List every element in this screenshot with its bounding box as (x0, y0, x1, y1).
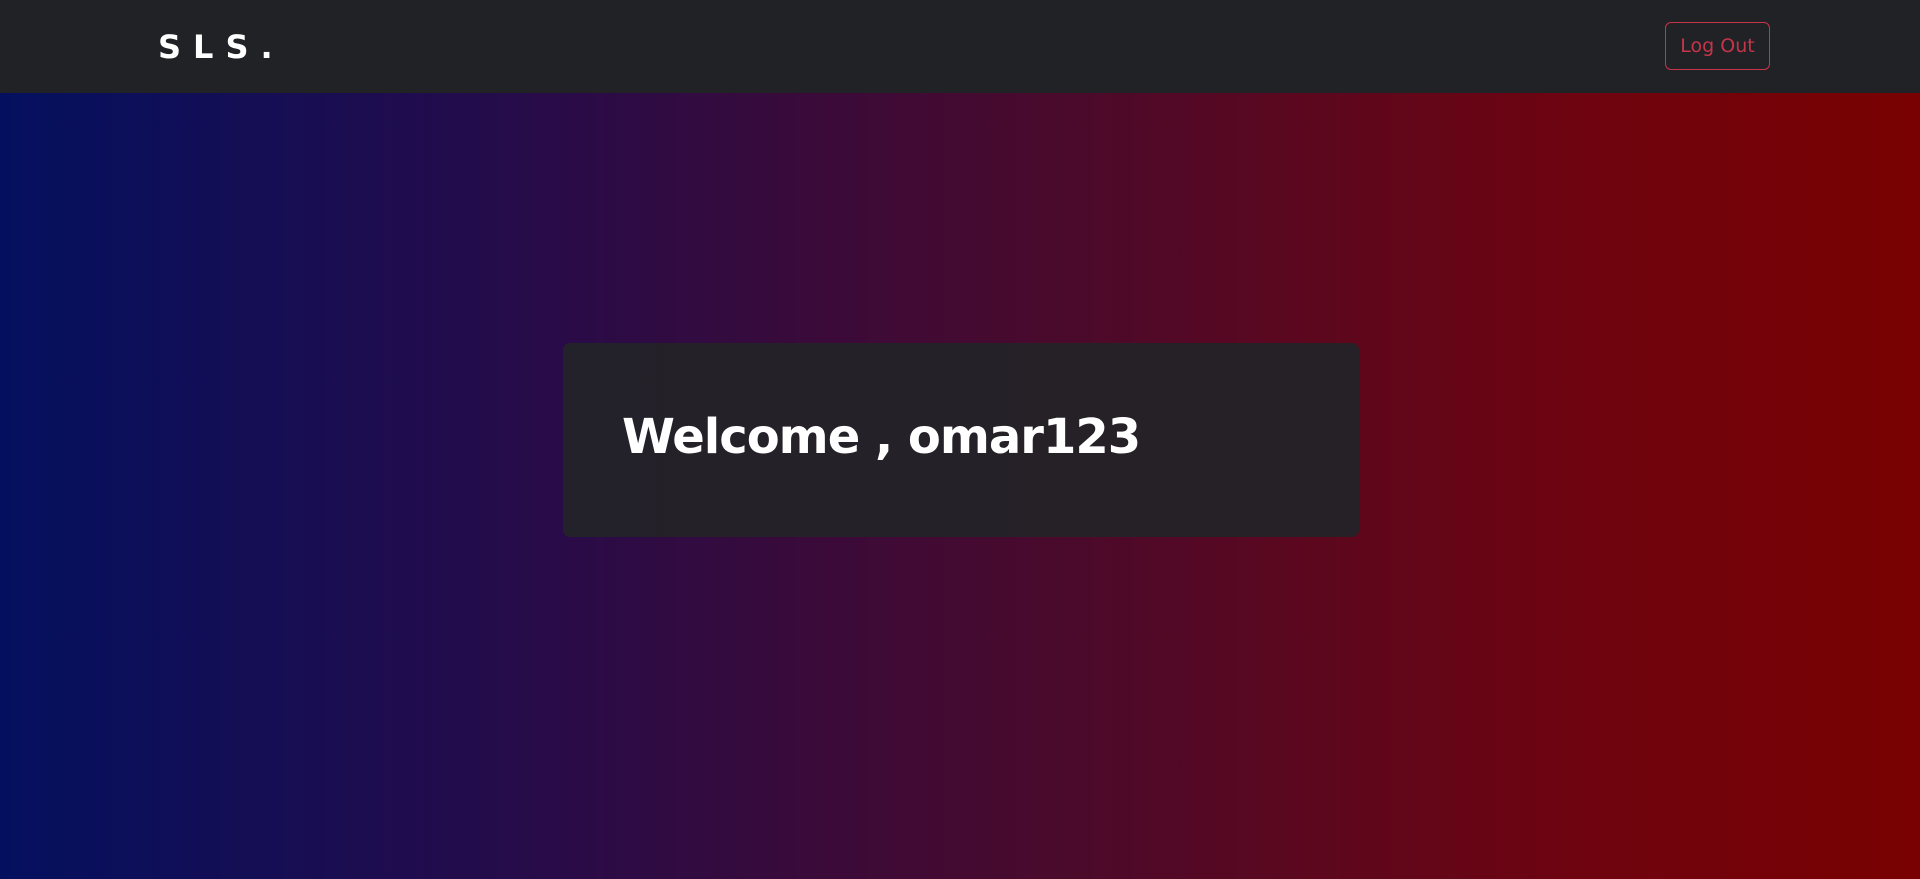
top-navbar: SLS. Log Out (0, 0, 1920, 93)
welcome-heading: Welcome , omar123 (622, 409, 1141, 465)
welcome-card: Welcome , omar123 (563, 343, 1359, 537)
logout-button[interactable]: Log Out (1665, 22, 1770, 70)
brand-logo[interactable]: SLS. (158, 27, 285, 67)
